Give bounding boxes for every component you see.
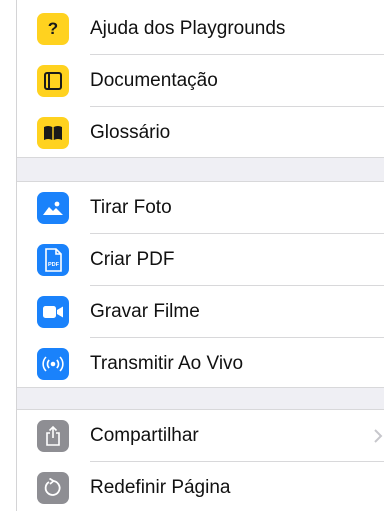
broadcast-icon <box>37 348 69 380</box>
menu-item-create-pdf[interactable]: PDF Criar PDF <box>17 234 384 286</box>
menu-item-live-broadcast[interactable]: Transmitir Ao Vivo <box>17 338 384 390</box>
menu-item-label: Compartilhar <box>90 425 199 446</box>
book-icon <box>37 117 69 149</box>
menu-item-label: Ajuda dos Playgrounds <box>90 18 286 39</box>
reset-icon <box>37 472 69 504</box>
menu-item-reset-page[interactable]: Redefinir Página <box>17 462 384 511</box>
documentation-icon <box>37 65 69 97</box>
left-panel-edge <box>0 0 17 511</box>
menu-item-label: Documentação <box>90 70 218 91</box>
playground-options-menu: ? Ajuda dos Playgrounds Documentação Glo… <box>0 0 384 511</box>
menu-item-glossary[interactable]: Glossário <box>17 107 384 159</box>
pdf-icon: PDF <box>37 244 69 276</box>
svg-text:PDF: PDF <box>48 262 60 268</box>
menu-item-label: Criar PDF <box>90 249 175 270</box>
menu-item-label: Gravar Filme <box>90 301 200 322</box>
menu-item-label: Tirar Foto <box>90 197 172 218</box>
menu-item-record-movie[interactable]: Gravar Filme <box>17 286 384 338</box>
section-gap <box>17 387 384 410</box>
photo-icon <box>37 192 69 224</box>
section-gap <box>17 157 384 182</box>
menu-item-take-photo[interactable]: Tirar Foto <box>17 182 384 234</box>
menu-item-label: Transmitir Ao Vivo <box>90 353 244 374</box>
help-icon: ? <box>37 13 69 45</box>
menu-item-share[interactable]: Compartilhar <box>17 410 384 462</box>
menu-item-documentation[interactable]: Documentação <box>17 55 384 107</box>
share-icon <box>37 420 69 452</box>
menu-item-playgrounds-help[interactable]: ? Ajuda dos Playgrounds <box>17 3 384 55</box>
chevron-right-icon <box>374 429 383 443</box>
menu-item-label: Glossário <box>90 122 171 143</box>
video-camera-icon <box>37 296 69 328</box>
menu-item-label: Redefinir Página <box>90 477 231 498</box>
